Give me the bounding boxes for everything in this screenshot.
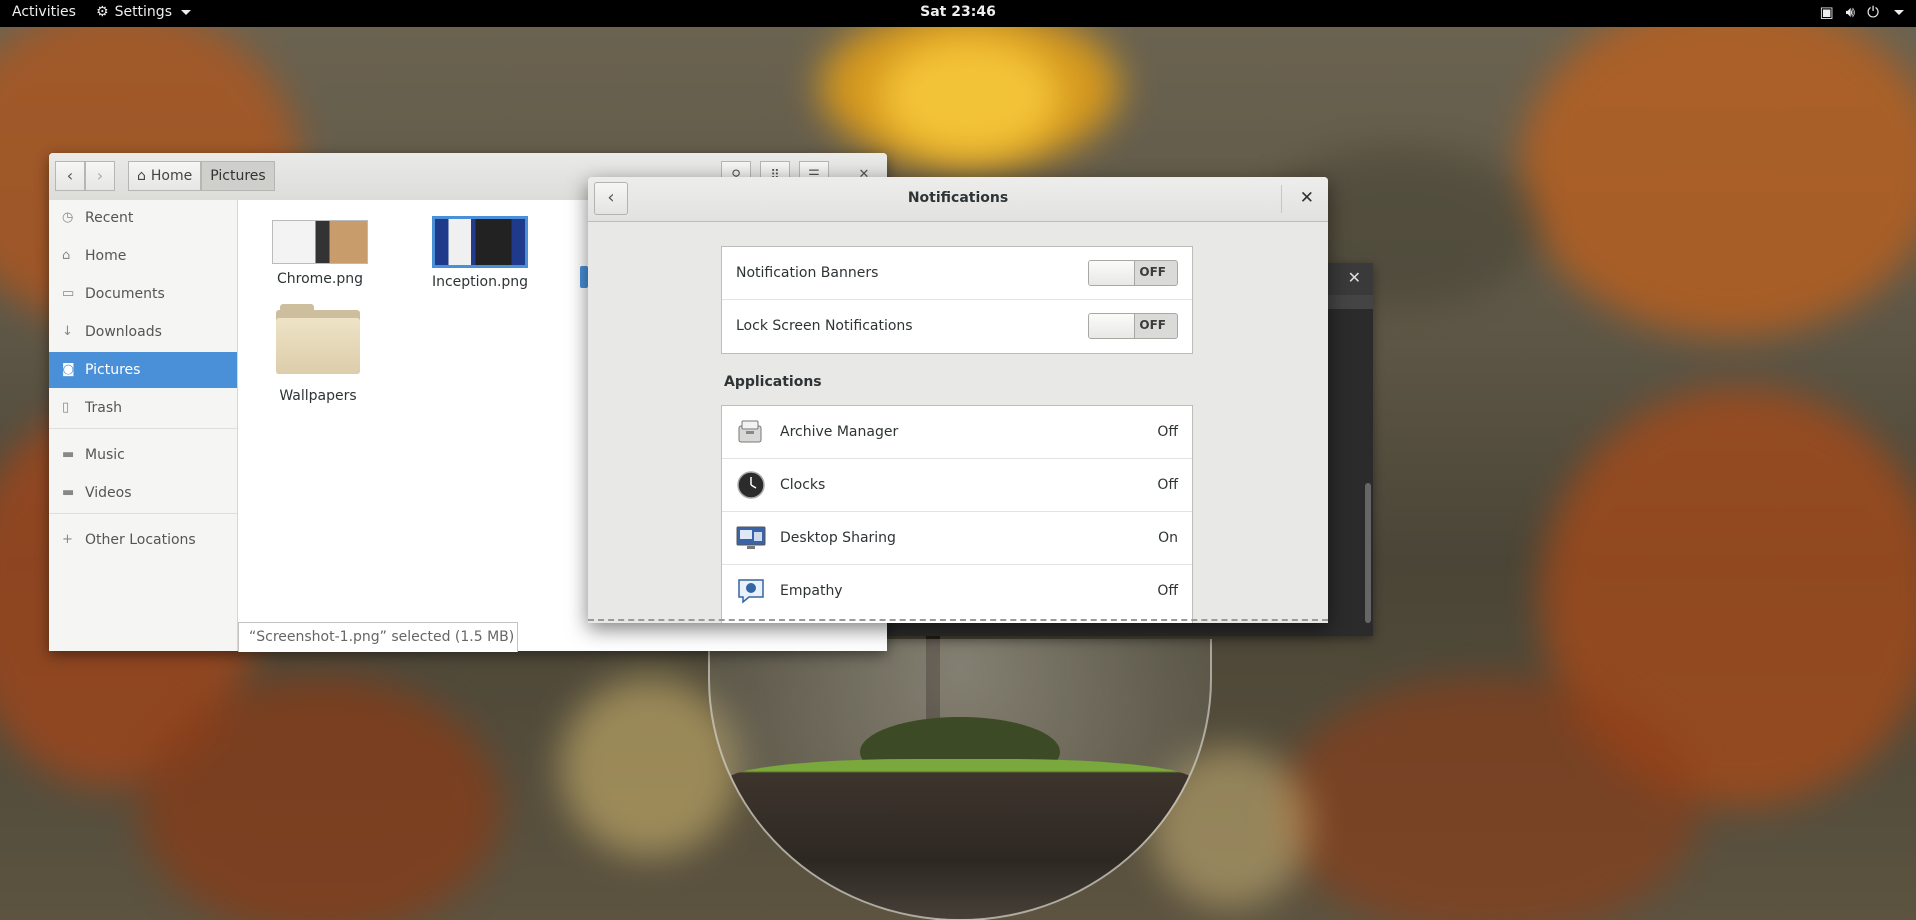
switch-state: OFF [1139, 265, 1166, 279]
applications-list: Archive Manager Off Clocks Off Desktop S… [721, 405, 1193, 623]
empathy-icon [738, 579, 764, 604]
sidebar-item-pictures[interactable]: ◙ Pictures [49, 352, 237, 388]
image-thumbnail [432, 216, 528, 268]
sidebar-item-label: Recent [85, 210, 134, 226]
sidebar-item-other-locations[interactable]: + Other Locations [49, 522, 237, 558]
file-name: Wallpapers [279, 388, 357, 404]
breadcrumb-label: Pictures [210, 168, 266, 184]
folder-icon: ▬ [62, 485, 75, 500]
applications-heading: Applications [724, 374, 822, 390]
app-row-desktop-sharing[interactable]: Desktop Sharing On [722, 512, 1192, 565]
file-name: Inception.png [431, 274, 529, 290]
places-sidebar: ◷ Recent ⌂ Home ▭ Documents ↓ Downloads … [49, 200, 238, 651]
app-name: Clocks [780, 477, 826, 493]
desktop-sharing-icon [736, 526, 766, 549]
sidebar-item-videos[interactable]: ▬ Videos [49, 475, 237, 511]
window-icon: ▣ [1819, 3, 1834, 21]
global-toggles-panel: Notification Banners OFF Lock Screen Not… [721, 246, 1193, 354]
app-notification-status: On [1158, 530, 1178, 546]
chevron-right-icon: › [96, 166, 104, 185]
file-name: Chrome.png [276, 271, 363, 287]
sidebar-item-label: Other Locations [85, 532, 196, 548]
sidebar-item-label: Music [85, 447, 125, 463]
toggle-row-notification-banners[interactable]: Notification Banners OFF [722, 247, 1192, 300]
app-row-empathy[interactable]: Empathy Off [722, 565, 1192, 618]
sidebar-item-recent[interactable]: ◷ Recent [49, 200, 237, 236]
sidebar-item-downloads[interactable]: ↓ Downloads [49, 314, 237, 350]
sidebar-item-home[interactable]: ⌂ Home [49, 238, 237, 274]
sidebar-item-label: Trash [85, 400, 122, 416]
terrarium-bubble [708, 639, 1212, 920]
clocks-icon [737, 471, 765, 499]
home-icon: ⌂ [137, 168, 146, 184]
chevron-left-icon: ‹ [66, 166, 74, 185]
scroll-edge-indicator [588, 619, 1328, 623]
app-notification-status: Off [1157, 477, 1178, 493]
app-name: Empathy [780, 583, 843, 599]
sidebar-item-label: Videos [85, 485, 132, 501]
sidebar-item-label: Pictures [85, 362, 141, 378]
archive-manager-icon [738, 420, 762, 443]
breadcrumb-label: Home [150, 168, 193, 184]
notification-banners-switch[interactable]: OFF [1088, 260, 1178, 286]
switch-state: OFF [1139, 318, 1166, 332]
close-icon[interactable]: ✕ [1348, 268, 1361, 287]
breadcrumb-pictures[interactable]: Pictures [201, 161, 275, 191]
volume-icon: 🔊︎ [1845, 3, 1856, 21]
sidebar-item-music[interactable]: ▬ Music [49, 437, 237, 473]
switch-knob [1089, 314, 1135, 338]
sidebar-item-documents[interactable]: ▭ Documents [49, 276, 237, 312]
app-name: Desktop Sharing [780, 530, 896, 546]
breadcrumb-home[interactable]: ⌂ Home [128, 161, 202, 191]
clock[interactable]: Sat 23:46 [0, 4, 1916, 20]
sidebar-divider [49, 513, 237, 514]
switch-knob [1089, 261, 1135, 285]
app-row-archive-manager[interactable]: Archive Manager Off [722, 406, 1192, 459]
image-thumbnail [272, 220, 368, 264]
close-icon[interactable]: ✕ [1300, 188, 1314, 208]
app-name: Archive Manager [780, 424, 899, 440]
trash-icon: ▯ [62, 400, 70, 415]
home-icon: ⌂ [62, 248, 71, 263]
notifications-settings-window: ‹ Notifications ✕ Notification Banners O… [588, 177, 1328, 623]
folder-item[interactable]: Wallpapers [253, 304, 383, 404]
document-icon: ▭ [62, 286, 75, 301]
app-notification-status: Off [1157, 583, 1178, 599]
toggle-label: Lock Screen Notifications [736, 318, 913, 334]
system-tray[interactable]: ▣ 🔊︎ ⏻ [1819, 3, 1904, 21]
sidebar-item-trash[interactable]: ▯ Trash [49, 390, 237, 426]
folder-icon [276, 304, 360, 374]
selection-status: “Screenshot-1.png” selected (1.5 MB) [238, 622, 518, 652]
top-bar: Activities ⚙ Settings Sat 23:46 ▣ 🔊︎ ⏻ [0, 0, 1916, 27]
lock-screen-notifications-switch[interactable]: OFF [1088, 313, 1178, 339]
app-notification-status: Off [1157, 424, 1178, 440]
breadcrumb: ⌂ Home Pictures [128, 161, 275, 191]
settings-headerbar[interactable]: ‹ Notifications ✕ [588, 177, 1328, 222]
toggle-label: Notification Banners [736, 265, 879, 281]
file-item[interactable]: Inception.png [415, 216, 545, 290]
folder-icon: ▬ [62, 447, 75, 462]
sidebar-item-label: Downloads [85, 324, 162, 340]
sidebar-divider [49, 428, 237, 429]
window-title: Notifications [907, 190, 1009, 206]
camera-icon: ◙ [62, 362, 75, 377]
sidebar-item-label: Home [85, 248, 127, 264]
selected-file-edge[interactable] [580, 266, 588, 288]
scrollbar[interactable] [1365, 483, 1371, 623]
back-button[interactable]: ‹ [55, 161, 85, 191]
toggle-row-lock-screen-notifications[interactable]: Lock Screen Notifications OFF [722, 300, 1192, 353]
chevron-down-icon [1894, 10, 1904, 15]
download-icon: ↓ [62, 324, 73, 339]
titlebar-divider [1281, 185, 1282, 213]
file-item[interactable]: Chrome.png [255, 220, 385, 287]
plus-icon: + [62, 532, 73, 547]
forward-button[interactable]: › [85, 161, 115, 191]
clock-icon: ◷ [62, 210, 74, 225]
sidebar-item-label: Documents [85, 286, 165, 302]
power-icon: ⏻ [1867, 3, 1879, 21]
app-row-clocks[interactable]: Clocks Off [722, 459, 1192, 512]
